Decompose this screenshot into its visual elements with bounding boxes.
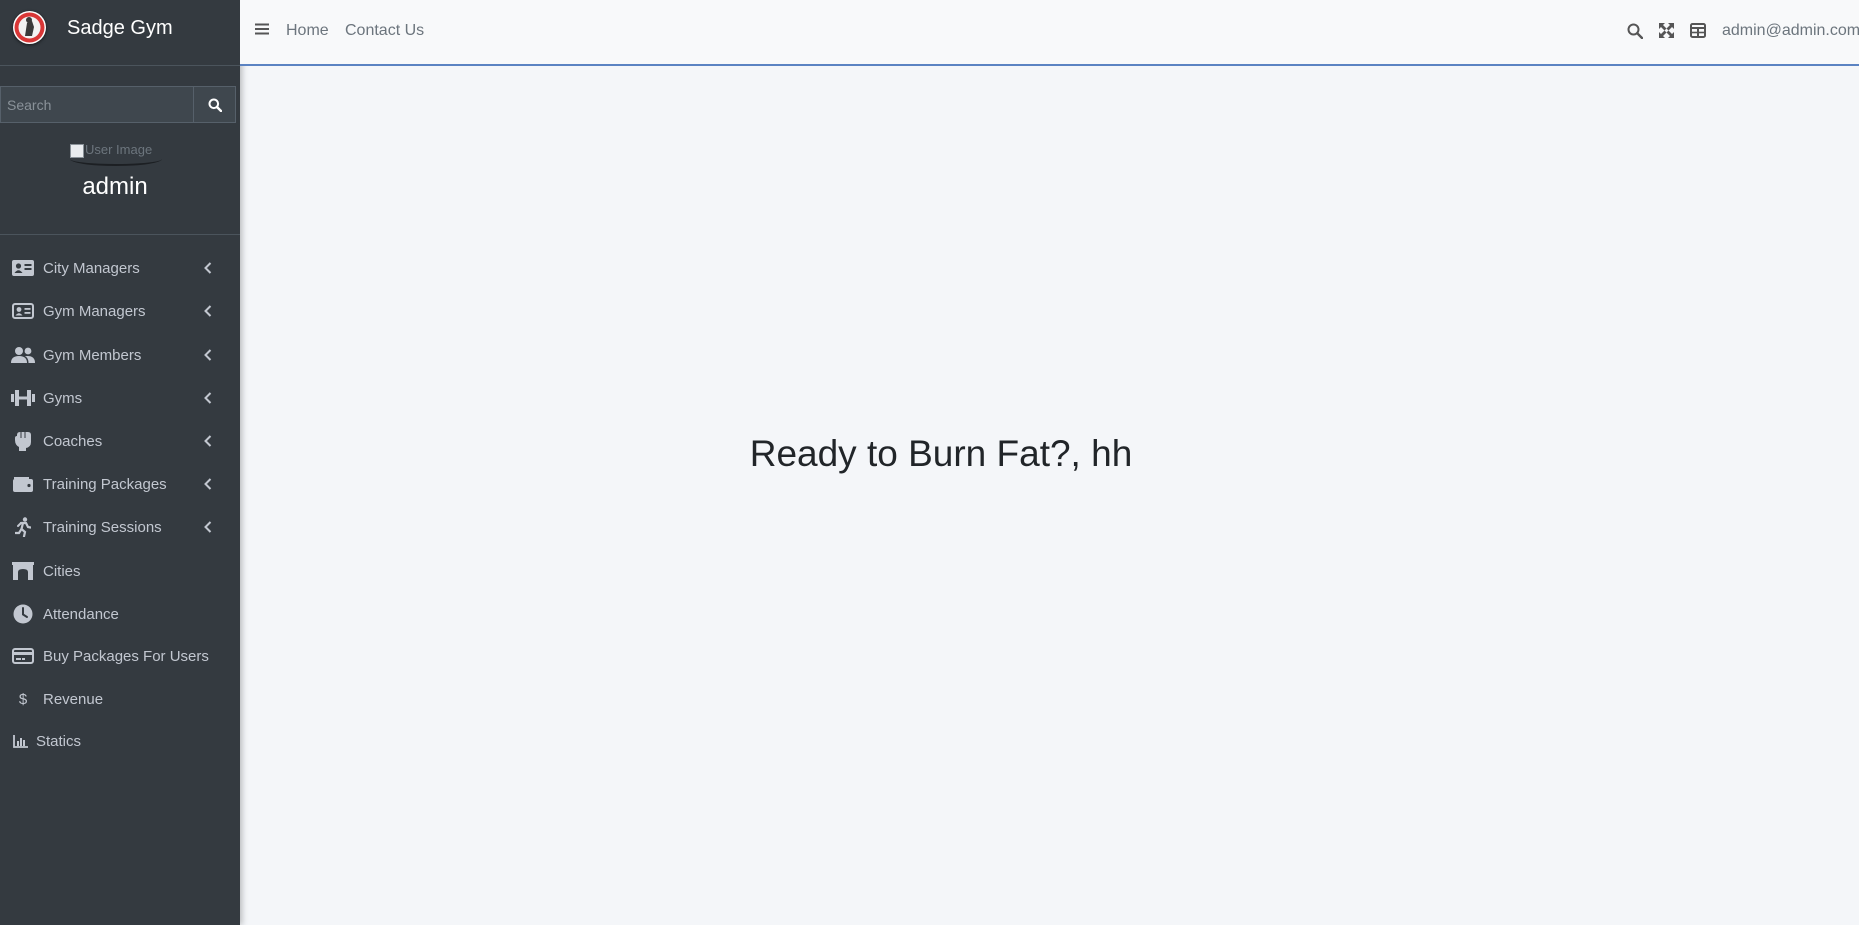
sidebar-item-label: Buy Packages For Users xyxy=(43,647,209,665)
sidebar-item-label: Gym Members xyxy=(43,346,142,364)
fist-icon xyxy=(11,430,35,452)
sidebar-item-label: Gym Managers xyxy=(43,302,146,320)
nav-link-contact-us[interactable]: Contact Us xyxy=(345,22,424,40)
chevron-left-icon xyxy=(203,391,213,405)
running-icon xyxy=(11,516,35,538)
search-button[interactable] xyxy=(193,86,236,123)
search-icon[interactable] xyxy=(1627,23,1644,40)
chevron-left-icon xyxy=(203,477,213,491)
wallet-icon xyxy=(11,473,35,495)
id-card-icon xyxy=(11,300,35,322)
sidebar-search xyxy=(0,86,236,123)
archway-icon xyxy=(11,560,35,582)
sidebar-item-buy-packages-for-users[interactable]: Buy Packages For Users xyxy=(0,638,240,674)
grid-icon[interactable] xyxy=(1690,23,1706,39)
expand-icon[interactable] xyxy=(1659,23,1675,39)
sidebar-item-training-sessions[interactable]: Training Sessions xyxy=(0,509,240,545)
sidebar-item-gym-managers[interactable]: Gym Managers xyxy=(0,293,240,329)
clock-icon xyxy=(11,603,35,625)
user-name[interactable]: admin xyxy=(0,173,230,201)
sidebar-item-label: Coaches xyxy=(43,432,103,450)
user-image: User Image xyxy=(70,142,160,164)
id-card-icon xyxy=(11,257,35,279)
sidebar-item-city-managers[interactable]: City Managers xyxy=(0,250,240,286)
nav-link-home[interactable]: Home xyxy=(286,22,329,40)
brand-logo xyxy=(13,11,46,44)
sidebar-item-cities[interactable]: Cities xyxy=(0,553,240,589)
users-icon xyxy=(11,344,35,366)
sidebar-item-coaches[interactable]: Coaches xyxy=(0,423,240,459)
broken-image-icon xyxy=(70,143,84,158)
sidebar-item-gyms[interactable]: Gyms xyxy=(0,380,240,416)
sidebar-item-attendance[interactable]: Attendance xyxy=(0,596,240,632)
chevron-left-icon xyxy=(203,304,213,318)
chevron-left-icon xyxy=(203,348,213,362)
sidebar-item-label: Training Packages xyxy=(43,475,167,493)
sidebar: Sadge Gym User Image admin City Managers xyxy=(0,0,240,925)
dumbbell-icon xyxy=(11,387,35,409)
sidebar-item-label: City Managers xyxy=(43,259,140,277)
sidebar-item-training-packages[interactable]: Training Packages xyxy=(0,466,240,502)
search-icon xyxy=(208,98,222,112)
search-input[interactable] xyxy=(0,86,193,123)
sidebar-item-statics[interactable]: Statics xyxy=(0,723,240,759)
sidebar-item-label: Cities xyxy=(43,562,81,580)
user-panel: User Image admin xyxy=(0,138,240,235)
user-email[interactable]: admin@admin.com xyxy=(1722,22,1859,40)
sidebar-item-gym-members[interactable]: Gym Members xyxy=(0,337,240,373)
sidebar-item-label: Gyms xyxy=(43,389,83,407)
chevron-left-icon xyxy=(203,434,213,448)
dollar-icon: $ xyxy=(18,690,28,708)
sidebar-item-label: Training Sessions xyxy=(43,518,162,536)
sidebar-item-label: Statics xyxy=(36,732,82,750)
sidebar-item-label: Revenue xyxy=(43,690,104,708)
brand-link[interactable]: Sadge Gym xyxy=(0,0,240,66)
chevron-left-icon xyxy=(203,261,213,275)
brand-name: Sadge Gym xyxy=(67,17,173,39)
hamburger-menu-icon[interactable] xyxy=(255,22,269,36)
sidebar-item-revenue[interactable]: $ Revenue xyxy=(0,681,240,717)
top-navbar: Home Contact Us admin@admin.com xyxy=(240,0,1859,66)
sidebar-item-label: Attendance xyxy=(43,605,119,623)
page-headline: Ready to Burn Fat?, hh xyxy=(749,433,1133,474)
credit-card-icon xyxy=(11,645,35,667)
bar-chart-icon xyxy=(8,730,32,752)
user-image-alt: User Image xyxy=(85,142,153,157)
chevron-left-icon xyxy=(203,520,213,534)
